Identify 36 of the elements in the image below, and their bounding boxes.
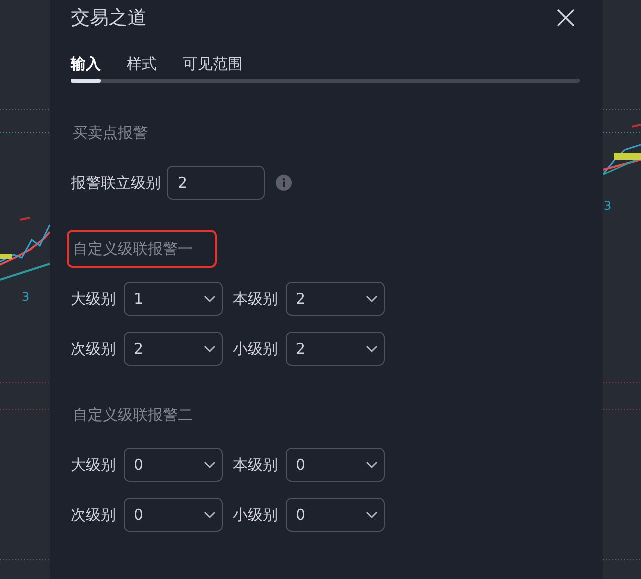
chevron-down-icon — [366, 511, 378, 519]
chevron-down-icon — [366, 461, 378, 469]
field-label: 大级别 — [71, 288, 117, 310]
select-field[interactable]: 2 — [286, 332, 385, 366]
field-label: 小级别 — [233, 504, 279, 526]
chart-label: 3 — [22, 289, 30, 306]
chart-label: 3 — [604, 198, 612, 215]
tab[interactable]: 样式 — [127, 54, 157, 79]
chevron-down-icon — [204, 461, 216, 469]
select-field[interactable]: 0 — [286, 448, 385, 482]
input-field[interactable]: 2 — [167, 166, 265, 200]
tab[interactable]: 可见范围 — [183, 54, 243, 79]
close-icon[interactable] — [556, 8, 576, 28]
field-label: 本级别 — [233, 288, 279, 310]
field-label: 次级别 — [71, 338, 117, 360]
select-field[interactable]: 0 — [124, 448, 223, 482]
section-heading: 自定义级联报警二 — [73, 404, 193, 426]
field-label: 报警联立级别 — [71, 172, 161, 194]
section-heading: 买卖点报警 — [73, 122, 148, 144]
field-label: 次级别 — [71, 504, 117, 526]
select-field[interactable]: 2 — [286, 282, 385, 316]
chevron-down-icon — [366, 345, 378, 353]
select-field[interactable]: 0 — [286, 498, 385, 532]
select-field[interactable]: 2 — [124, 332, 223, 366]
info-icon[interactable] — [276, 175, 292, 191]
field-label: 小级别 — [233, 338, 279, 360]
section-heading: 自定义级联报警一 — [73, 238, 193, 260]
field-label: 本级别 — [233, 454, 279, 476]
field-label: 大级别 — [71, 454, 117, 476]
chevron-down-icon — [204, 511, 216, 519]
chevron-down-icon — [204, 345, 216, 353]
dialog-title: 交易之道 — [71, 6, 147, 30]
chevron-down-icon — [366, 295, 378, 303]
chevron-down-icon — [204, 295, 216, 303]
select-field[interactable]: 1 — [124, 282, 223, 316]
select-field[interactable]: 0 — [124, 498, 223, 532]
